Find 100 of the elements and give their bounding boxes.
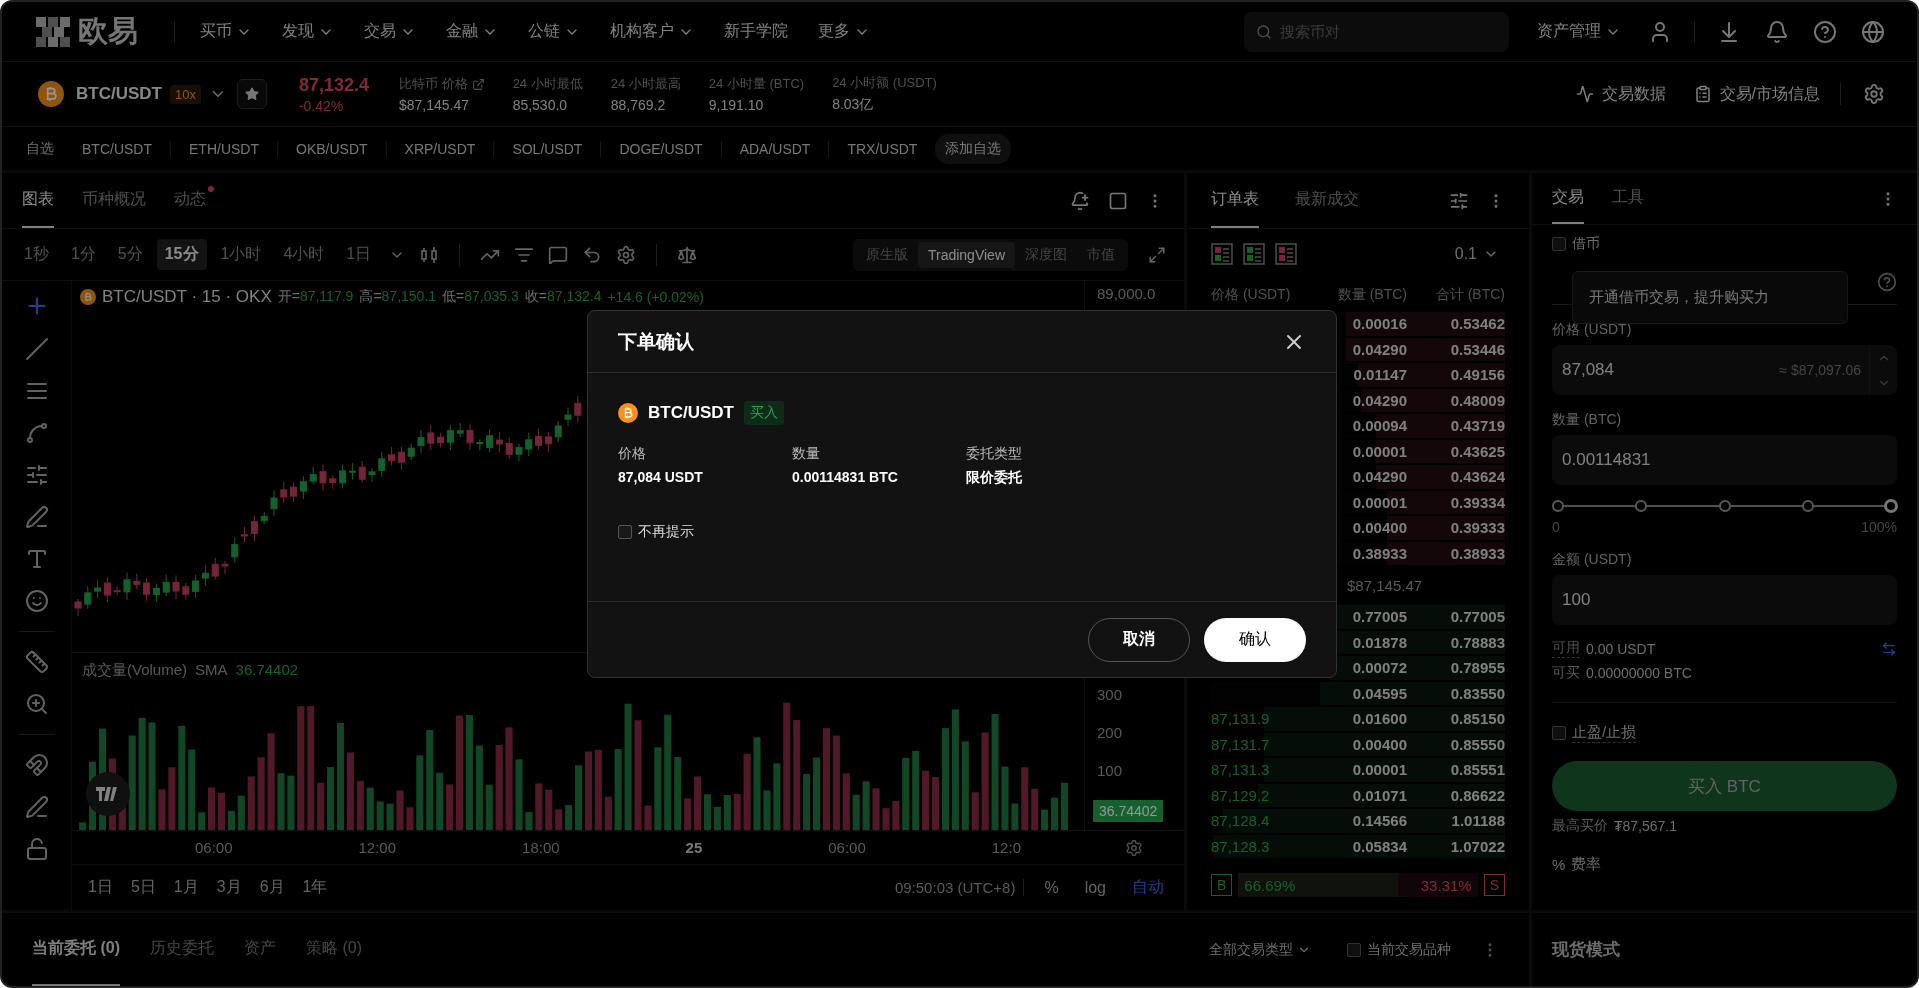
scale-button[interactable]: log [1078, 877, 1112, 898]
settings-icon[interactable] [1125, 838, 1143, 857]
favorite-pair[interactable]: OKB/USDT [277, 140, 386, 157]
slider-thumb[interactable] [1884, 499, 1898, 513]
ask-quantity: 0.01147 [1352, 366, 1407, 384]
bell-plus-icon[interactable] [1070, 190, 1090, 211]
nav-menu-item[interactable]: 机构客户 [610, 21, 694, 42]
nav-menu-item[interactable]: 交易 [364, 21, 416, 42]
nav-menu-item[interactable]: 公链 [528, 21, 580, 42]
favorite-button[interactable] [236, 79, 267, 109]
book-layout-icon[interactable] [1275, 243, 1297, 265]
checkbox[interactable] [1552, 237, 1566, 251]
globe-icon[interactable] [1861, 19, 1885, 44]
template-icon[interactable] [548, 244, 569, 265]
amount-slider[interactable] [1552, 499, 1897, 513]
magnet-icon[interactable] [24, 753, 49, 777]
interval-button[interactable]: 5分 [109, 239, 151, 270]
interval-button[interactable]: 1日 [338, 239, 380, 270]
ask-total: 0.43624 [1449, 468, 1505, 486]
interval-button[interactable]: 1分 [62, 239, 104, 270]
range-button[interactable]: 1月 [171, 877, 201, 898]
order-book-tab[interactable]: 最新成交 [1295, 173, 1359, 228]
nav-menu-item[interactable]: 更多 [818, 21, 870, 42]
ticker-action-link[interactable]: 交易/市场信息 [1719, 83, 1820, 105]
square-icon[interactable] [1108, 190, 1128, 211]
pair-name[interactable]: BTC/USDT [76, 84, 162, 104]
interval-button[interactable]: 1小时 [212, 239, 270, 270]
stat-label: 24 小时最高 [610, 75, 681, 93]
brush-icon[interactable] [24, 505, 49, 529]
asset-menu[interactable]: 资产管理 [1537, 21, 1621, 42]
tradingview-logo-icon[interactable] [86, 772, 130, 816]
interval-button[interactable]: 4小时 [275, 239, 333, 270]
trend-line-icon[interactable] [24, 337, 49, 361]
trade-tab[interactable]: 工具 [1612, 173, 1644, 224]
add-favorite-button[interactable]: 添加自选 [935, 133, 1012, 164]
help-icon[interactable] [1813, 19, 1837, 44]
ticker-action-link[interactable]: 交易数据 [1601, 83, 1666, 105]
confirm-button[interactable]: 确认 [1204, 617, 1306, 662]
settings-icon[interactable] [616, 244, 637, 265]
clipboard-icon[interactable] [1693, 85, 1712, 103]
unlock-icon[interactable] [24, 837, 49, 861]
expand-icon[interactable] [1148, 245, 1166, 264]
sell-ratio: 33.31% [1420, 876, 1473, 894]
nav-menu-item[interactable]: 新手学院 [724, 21, 788, 42]
precision-dropdown[interactable]: 0.1 [1448, 244, 1505, 264]
range-button[interactable]: 6月 [257, 877, 287, 898]
quantity-input[interactable]: 0.00114831 [1552, 435, 1897, 485]
favorite-pair[interactable]: DOGE/USDT [600, 140, 721, 157]
checkbox[interactable] [618, 525, 632, 539]
amount-input[interactable]: 100 [1552, 575, 1897, 625]
pencil-icon[interactable] [24, 795, 49, 819]
trade-tab[interactable]: 交易 [1552, 173, 1584, 224]
favorite-pair[interactable]: XRP/USDT [385, 140, 494, 157]
book-layout-icon[interactable] [1211, 243, 1233, 265]
smile-icon[interactable] [24, 589, 49, 613]
chart-view-tab[interactable]: TradingView [917, 241, 1015, 268]
nav-menu-item[interactable]: 金融 [446, 21, 498, 42]
settings-icon[interactable] [1863, 83, 1885, 105]
pulse-icon[interactable] [1575, 85, 1594, 103]
fee-link[interactable]: 费率 [1571, 855, 1602, 874]
bell-icon[interactable] [1765, 19, 1789, 44]
nav-menu-item[interactable]: 发现 [282, 21, 334, 42]
volume-title: 成交量(Volume) [82, 661, 188, 680]
favorite-pair[interactable]: BTC/USDT [64, 140, 170, 157]
order-book-tab[interactable]: 订单表 [1211, 173, 1259, 228]
book-layout-icon[interactable] [1243, 243, 1265, 265]
candlestick-icon[interactable] [419, 244, 440, 265]
range-button[interactable]: 1年 [300, 877, 330, 898]
external-link-icon[interactable] [471, 77, 485, 91]
trade-type-dropdown[interactable]: 全部交易类型 [1203, 939, 1317, 960]
stat-value: 85,530.0 [512, 97, 569, 113]
range-button[interactable]: 1日 [86, 877, 115, 898]
ruler-icon[interactable] [24, 650, 49, 674]
fib-icon[interactable] [24, 463, 49, 487]
swap-icon[interactable] [1881, 640, 1897, 657]
zoom-in-icon[interactable] [24, 692, 49, 716]
chart-panel-tab[interactable]: 币种概况 [82, 173, 146, 228]
info-value: 0.00000000 BTC [1586, 665, 1692, 681]
sliders-icon[interactable] [1449, 190, 1469, 211]
detail-value: 87,084 USDT [618, 469, 704, 485]
favorite-pair[interactable]: ETH/USDT [170, 140, 277, 157]
chart-panel-tab[interactable]: 动态 [174, 173, 206, 228]
orders-tab[interactable]: 当前委托 (0) [32, 913, 120, 986]
nav-menu-item[interactable]: 买币 [200, 21, 252, 42]
favorite-pair[interactable]: SOL/USDT [493, 140, 601, 157]
interval-button[interactable]: 1秒 [16, 239, 57, 270]
ask-total: 0.39334 [1449, 493, 1505, 511]
interval-button[interactable]: 15分 [156, 239, 207, 270]
checkbox[interactable] [1347, 942, 1361, 957]
favorite-pair[interactable]: ADA/USDT [720, 140, 829, 157]
range-button[interactable]: 3月 [214, 877, 244, 898]
scale-icon[interactable] [677, 244, 698, 265]
bid-total: 0.85150 [1449, 710, 1505, 728]
help-icon[interactable] [1877, 271, 1897, 292]
bid-quantity: 0.05834 [1351, 837, 1407, 855]
chart-panel-tab[interactable]: 图表 [22, 173, 54, 228]
scale-button[interactable]: % [1038, 877, 1065, 898]
pattern-icon[interactable] [24, 421, 49, 445]
range-button[interactable]: 5日 [128, 877, 158, 898]
checkbox[interactable] [1552, 726, 1566, 740]
